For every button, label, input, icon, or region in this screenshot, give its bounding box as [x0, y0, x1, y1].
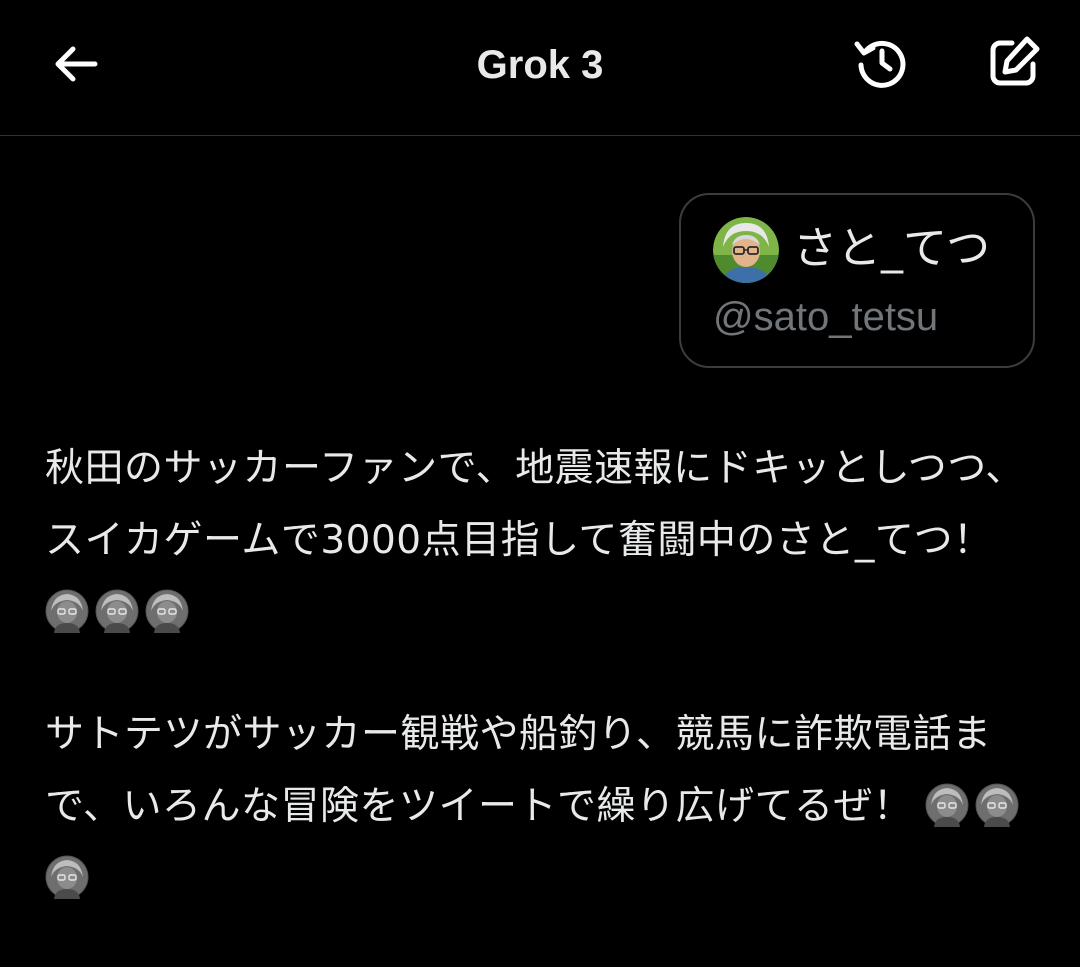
user-display-name: さと_てつ: [793, 223, 991, 274]
response-paragraph: 秋田のサッカーファンで、地震速報にドキッとしつつ、スイカゲームで3000点目指し…: [45, 433, 1045, 649]
avatar: [713, 217, 779, 283]
paragraph-text: 秋田のサッカーファンで、地震速報にドキッとしつつ、スイカゲームで3000点目指し…: [45, 446, 1025, 563]
avatar-emoji-icon: [145, 589, 189, 633]
history-icon: [854, 40, 906, 88]
compose-icon: [990, 36, 1040, 86]
response-paragraph: サトテツがサッカー観戦や船釣り、競馬に詐欺電話まで、いろんな冒険をツイートで繰り…: [45, 699, 1045, 915]
avatar-emoji-icon: [95, 589, 139, 633]
new-chat-button[interactable]: [978, 26, 1050, 98]
user-handle: @sato_tetsu: [713, 295, 939, 339]
back-button[interactable]: [40, 28, 112, 100]
history-button[interactable]: [846, 26, 918, 98]
avatar-emoji-icon: [45, 589, 89, 633]
arrow-left-icon: [55, 46, 98, 82]
page-title: Grok 3: [476, 43, 604, 87]
top-bar: Grok 3: [0, 0, 1080, 136]
paragraph-text: サトテツがサッカー観戦や船釣り、競馬に詐欺電話まで、いろんな冒険をツイートで繰り…: [45, 712, 992, 829]
avatar-emoji-icon: [925, 783, 969, 827]
user-card[interactable]: さと_てつ @sato_tetsu: [679, 193, 1035, 368]
avatar-emoji-icon: [45, 855, 89, 899]
avatar-emoji-icon: [975, 783, 1019, 827]
